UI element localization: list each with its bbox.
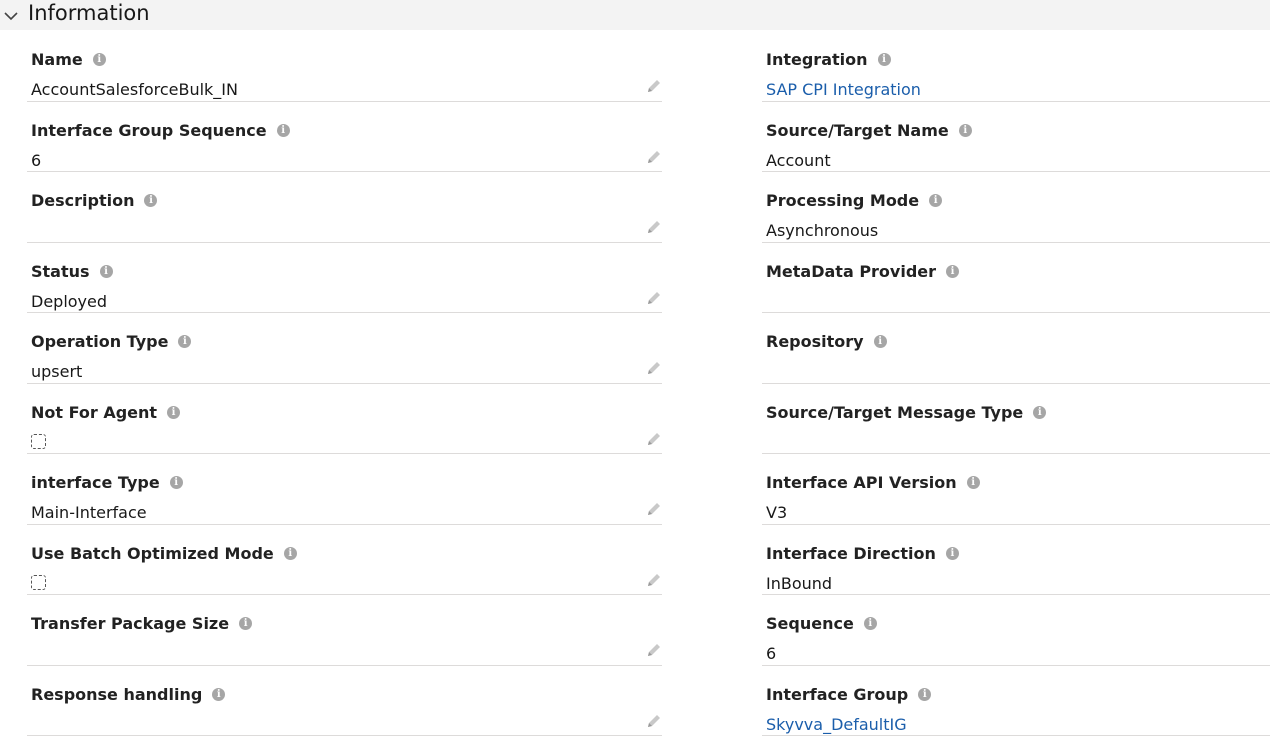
pencil-icon[interactable]	[646, 642, 662, 658]
field-not-for-agent: Not For Agenti	[27, 384, 662, 455]
field-label: Statusi	[31, 262, 113, 281]
pencil-icon[interactable]	[646, 290, 662, 306]
field-status: Statusi Deployed	[27, 243, 662, 314]
info-icon[interactable]: i	[959, 124, 972, 137]
pencil-icon[interactable]	[646, 78, 662, 94]
field-label: Interface Groupi	[766, 685, 931, 704]
field-label: Interface Group Sequencei	[31, 121, 290, 140]
field-label: Interface API Versioni	[766, 473, 980, 492]
info-icon[interactable]: i	[178, 335, 191, 348]
field-label: Operation Typei	[31, 332, 191, 351]
field-value: 6	[766, 644, 776, 663]
field-use-batch-optimized-mode: Use Batch Optimized Modei	[27, 525, 662, 596]
section-title: Information	[28, 0, 150, 26]
info-icon[interactable]: i	[918, 688, 931, 701]
field-label: Transfer Package Sizei	[31, 614, 252, 633]
field-value: Main-Interface	[31, 503, 147, 522]
interface-group-link[interactable]: Skyvva_DefaultIG	[766, 715, 907, 734]
field-value: upsert	[31, 362, 82, 381]
field-label: MetaData Provideri	[766, 262, 959, 281]
field-label: Not For Agenti	[31, 403, 180, 422]
field-interface-direction: Interface Directioni InBound	[762, 525, 1270, 596]
field-processing-mode: Processing Modei Asynchronous	[762, 172, 1270, 243]
field-label: Repositoryi	[766, 332, 887, 351]
field-value: InBound	[766, 574, 832, 593]
field-label: Interface Directioni	[766, 544, 959, 563]
field-repository: Repositoryi	[762, 313, 1270, 384]
info-icon[interactable]: i	[946, 547, 959, 560]
field-label: Use Batch Optimized Modei	[31, 544, 297, 563]
field-label: Descriptioni	[31, 191, 157, 210]
pencil-icon[interactable]	[646, 572, 662, 588]
info-icon[interactable]: i	[864, 617, 877, 630]
field-description: Descriptioni	[27, 172, 662, 243]
info-icon[interactable]: i	[929, 194, 942, 207]
field-interface-api-version: Interface API Versioni V3	[762, 454, 1270, 525]
field-label: Namei	[31, 50, 106, 69]
pencil-icon[interactable]	[646, 360, 662, 376]
field-name: Namei AccountSalesforceBulk_IN	[27, 31, 662, 102]
pencil-icon[interactable]	[646, 219, 662, 235]
field-label: Source/Target Message Typei	[766, 403, 1046, 422]
field-value: AccountSalesforceBulk_IN	[31, 80, 238, 99]
field-source-target-message-type: Source/Target Message Typei	[762, 384, 1270, 455]
info-icon[interactable]: i	[946, 265, 959, 278]
info-icon[interactable]: i	[167, 406, 180, 419]
info-icon[interactable]: i	[284, 547, 297, 560]
field-response-handling: Response handlingi	[27, 666, 662, 736]
not-for-agent-checkbox[interactable]	[31, 434, 46, 449]
pencil-icon[interactable]	[646, 713, 662, 729]
pencil-icon[interactable]	[646, 431, 662, 447]
field-value: V3	[766, 503, 787, 522]
info-icon[interactable]: i	[144, 194, 157, 207]
info-icon[interactable]: i	[93, 53, 106, 66]
field-label: interface Typei	[31, 473, 183, 492]
info-icon[interactable]: i	[878, 53, 891, 66]
info-icon[interactable]: i	[212, 688, 225, 701]
integration-link[interactable]: SAP CPI Integration	[766, 80, 921, 99]
info-icon[interactable]: i	[277, 124, 290, 137]
field-value: 6	[31, 151, 41, 170]
info-icon[interactable]: i	[100, 265, 113, 278]
pencil-icon[interactable]	[646, 149, 662, 165]
field-value: Deployed	[31, 292, 107, 311]
use-batch-optimized-mode-checkbox[interactable]	[31, 575, 46, 590]
field-interface-type: interface Typei Main-Interface	[27, 454, 662, 525]
field-sequence: Sequencei 6	[762, 595, 1270, 666]
field-label: Sequencei	[766, 614, 877, 633]
field-label: Integrationi	[766, 50, 891, 69]
info-icon[interactable]: i	[874, 335, 887, 348]
info-icon[interactable]: i	[1033, 406, 1046, 419]
field-label: Response handlingi	[31, 685, 225, 704]
field-label: Source/Target Namei	[766, 121, 972, 140]
chevron-down-icon[interactable]	[3, 8, 19, 24]
field-integration: Integrationi SAP CPI Integration	[762, 31, 1270, 102]
pencil-icon[interactable]	[646, 501, 662, 517]
info-icon[interactable]: i	[170, 476, 183, 489]
field-interface-group-sequence: Interface Group Sequencei 6	[27, 102, 662, 173]
right-column: Integrationi SAP CPI Integration Source/…	[762, 31, 1270, 736]
field-interface-group: Interface Groupi Skyvva_DefaultIG	[762, 666, 1270, 736]
section-header-information[interactable]: Information	[0, 0, 1270, 30]
field-operation-type: Operation Typei upsert	[27, 313, 662, 384]
field-value: Account	[766, 151, 831, 170]
info-icon[interactable]: i	[239, 617, 252, 630]
field-transfer-package-size: Transfer Package Sizei	[27, 595, 662, 666]
field-value: Asynchronous	[766, 221, 878, 240]
field-metadata-provider: MetaData Provideri	[762, 243, 1270, 314]
field-label: Processing Modei	[766, 191, 942, 210]
field-source-target-name: Source/Target Namei Account	[762, 102, 1270, 173]
left-column: Namei AccountSalesforceBulk_IN Interface…	[27, 31, 662, 736]
info-icon[interactable]: i	[967, 476, 980, 489]
